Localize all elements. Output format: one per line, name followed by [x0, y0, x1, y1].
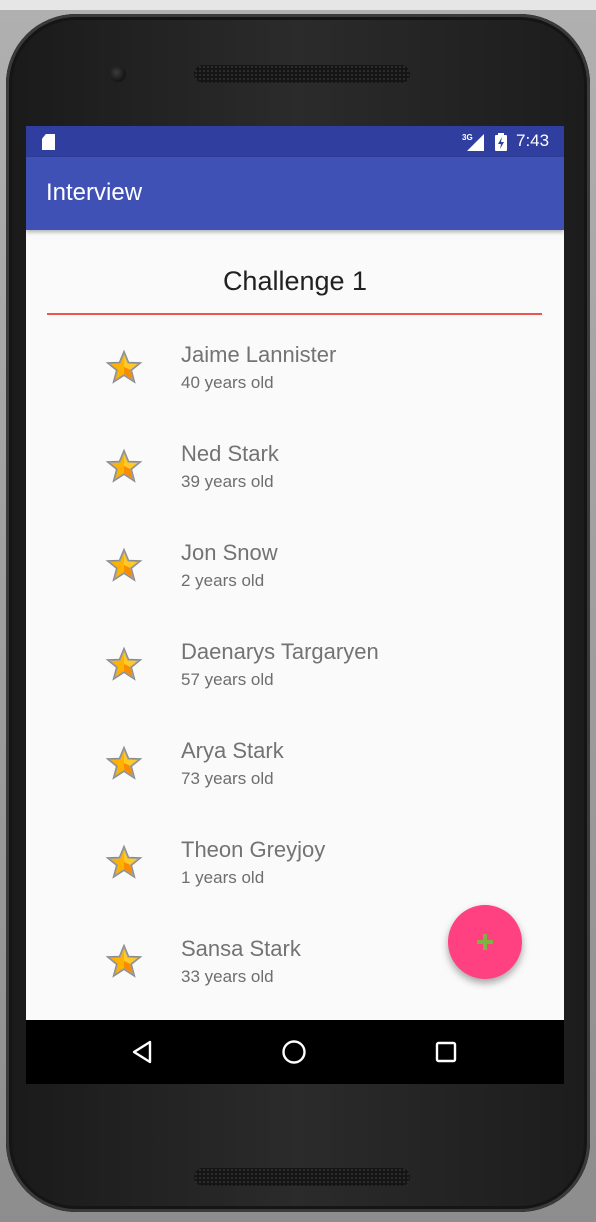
star-icon	[105, 349, 143, 384]
person-list-item[interactable]: Jon Snow 2 years old	[26, 514, 564, 613]
person-list-item[interactable]: Ned Stark 39 years old	[26, 415, 564, 514]
person-age: 33 years old	[181, 967, 274, 986]
person-list-item[interactable]: Theon Greyjoy 1 years old	[26, 811, 564, 910]
front-camera	[110, 66, 126, 82]
person-name: Daenarys Targaryen	[181, 639, 379, 664]
recent-apps-icon[interactable]	[435, 1041, 457, 1063]
challenge-underline	[47, 313, 542, 315]
app-toolbar: Interview	[26, 157, 564, 230]
person-list-item[interactable]: Jaime Lannister 40 years old	[26, 316, 564, 415]
star-icon	[105, 844, 143, 879]
person-age: 73 years old	[181, 769, 274, 788]
challenge-title: Challenge 1	[222, 266, 368, 296]
signal-icon: 3G	[462, 133, 484, 151]
star-icon	[105, 745, 143, 780]
person-age: 57 years old	[181, 670, 274, 689]
plus-icon	[477, 934, 493, 950]
person-name: Theon Greyjoy	[181, 837, 326, 862]
top-speaker-grille	[194, 65, 410, 83]
person-name: Ned Stark	[181, 441, 279, 466]
person-age: 1 years old	[181, 868, 265, 887]
star-icon	[105, 943, 143, 978]
star-icon	[105, 547, 143, 582]
person-name: Jon Snow	[181, 540, 278, 565]
person-list-item[interactable]: Daenarys Targaryen 57 years old	[26, 613, 564, 712]
battery-icon	[495, 133, 507, 151]
bottom-speaker-grille	[194, 1168, 410, 1186]
person-name: Sansa Stark	[181, 936, 301, 961]
person-name: Jaime Lannister	[181, 342, 337, 367]
person-age: 2 years old	[181, 571, 265, 590]
navigation-bar	[26, 1020, 564, 1084]
person-age: 40 years old	[181, 373, 274, 392]
back-icon[interactable]	[131, 1040, 153, 1064]
add-fab-button[interactable]	[448, 905, 522, 979]
emulator-top-strip	[0, 0, 596, 10]
status-clock: 7:43	[516, 131, 550, 150]
network-type-label: 3G	[462, 133, 473, 142]
app-title: Interview	[46, 179, 143, 206]
person-list-item[interactable]: Arya Stark 73 years old	[26, 712, 564, 811]
device-screen: 3G 7:43 Interview Challenge 1 Jaime Lann…	[26, 126, 564, 1084]
star-icon	[105, 448, 143, 483]
star-icon	[105, 646, 143, 681]
status-bar: 3G 7:43	[26, 126, 564, 157]
home-icon[interactable]	[281, 1039, 307, 1065]
sd-card-icon	[42, 134, 55, 150]
person-name: Arya Stark	[181, 738, 284, 763]
person-age: 39 years old	[181, 472, 274, 491]
